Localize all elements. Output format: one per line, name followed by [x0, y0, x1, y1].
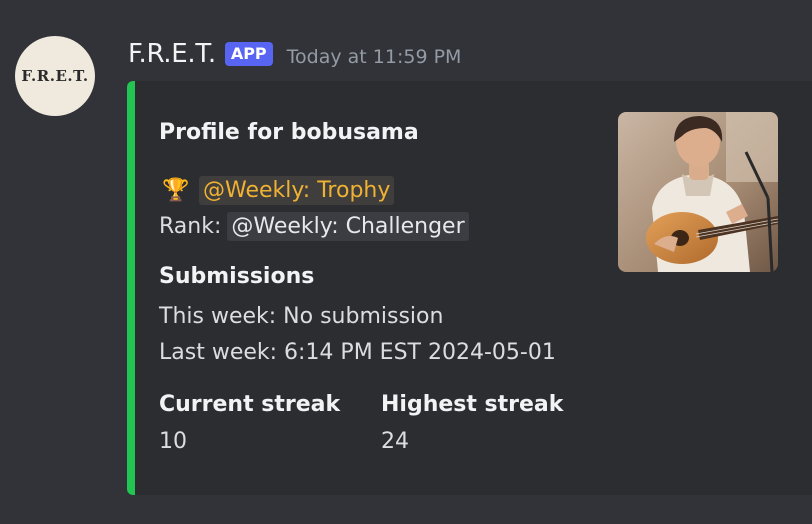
rank-line: Rank: @Weekly: Challenger — [159, 208, 469, 244]
submissions-heading: Submissions — [159, 264, 315, 289]
this-week-text: This week: No submission — [159, 304, 444, 329]
trophy-role-mention[interactable]: @Weekly: Trophy — [199, 175, 395, 205]
message-header: F.R.E.T. APP Today at 11:59 PM — [128, 38, 461, 70]
rank-role-mention[interactable]: @Weekly: Challenger — [227, 211, 469, 241]
chat-message: F.R.E.T. F.R.E.T. APP Today at 11:59 PM … — [0, 0, 812, 524]
avatar[interactable]: F.R.E.T. — [15, 36, 95, 116]
profile-thumbnail[interactable] — [618, 112, 778, 272]
highest-streak-value: 24 — [381, 429, 409, 454]
guitarist-photo — [618, 112, 778, 272]
current-streak-label: Current streak — [159, 392, 341, 417]
current-streak-value: 10 — [159, 429, 187, 454]
trophy-line: 🏆 @Weekly: Trophy — [159, 172, 395, 208]
last-week-text: Last week: 6:14 PM EST 2024-05-01 — [159, 340, 556, 365]
embed-accent-bar — [127, 81, 135, 495]
app-badge: APP — [224, 42, 273, 66]
rank-label: Rank: — [159, 213, 222, 239]
highest-streak-label: Highest streak — [381, 392, 564, 417]
current-streak-field: Current streak 10 — [159, 392, 340, 454]
highest-streak-field: Highest streak 24 — [381, 392, 563, 454]
trophy-icon: 🏆 — [162, 177, 190, 203]
embed-title: Profile for bobusama — [159, 120, 419, 145]
profile-embed: Profile for bobusama 🏆 @Weekly: Trophy R… — [127, 81, 812, 495]
message-timestamp[interactable]: Today at 11:59 PM — [287, 46, 462, 68]
embed-content: Profile for bobusama 🏆 @Weekly: Trophy R… — [159, 81, 619, 495]
avatar-text: F.R.E.T. — [21, 67, 89, 85]
author-name[interactable]: F.R.E.T. — [128, 39, 216, 69]
